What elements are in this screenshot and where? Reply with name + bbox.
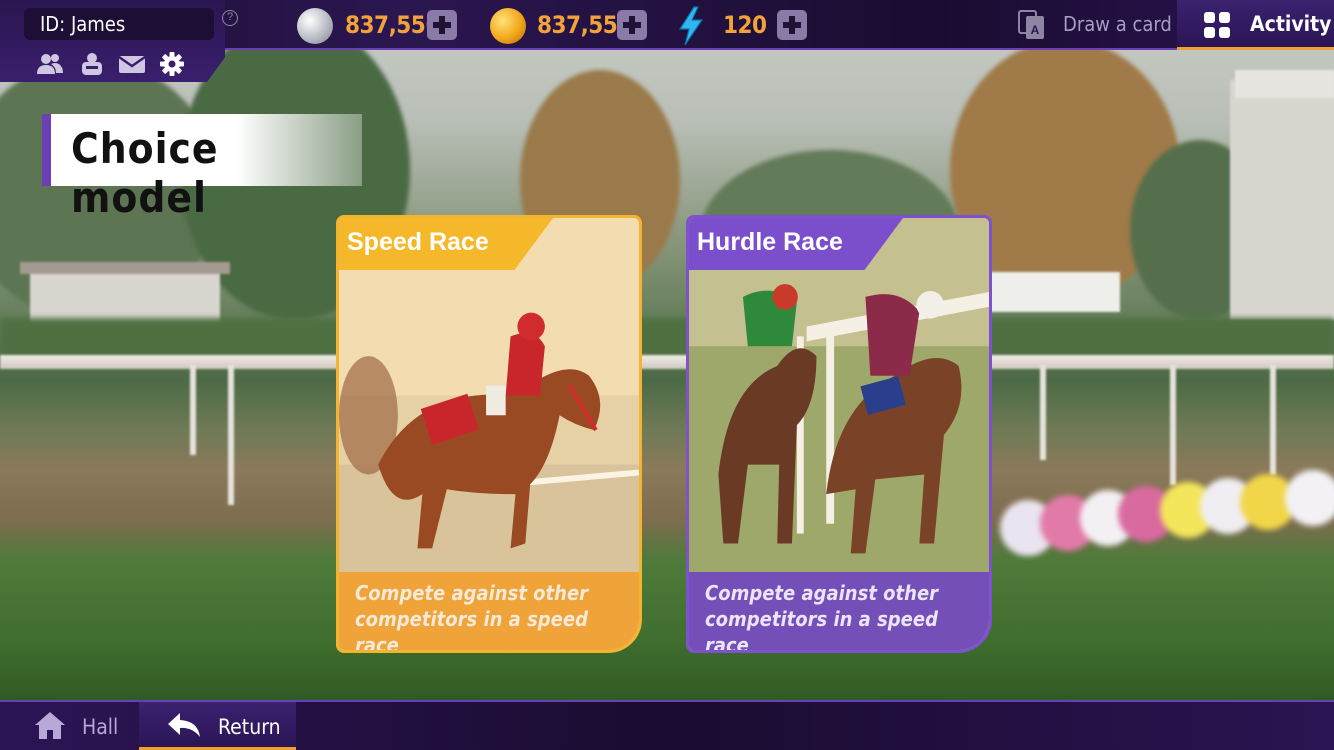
back-arrow-icon bbox=[166, 711, 202, 746]
player-id[interactable]: ID: James bbox=[24, 8, 214, 40]
question-circle-icon[interactable]: ? bbox=[222, 10, 238, 26]
grid-icon bbox=[1203, 11, 1231, 44]
page-title-banner: Choice model bbox=[42, 114, 362, 222]
speed-race-title: Speed Race bbox=[347, 228, 489, 256]
gear-icon[interactable] bbox=[158, 52, 186, 76]
silver-amount: 837,556 bbox=[345, 11, 440, 39]
gold-coin-icon bbox=[490, 8, 526, 44]
draw-card-label: Draw a card bbox=[1063, 12, 1172, 36]
draw-card-button[interactable]: A Draw a card bbox=[1010, 0, 1176, 50]
return-button[interactable]: Return bbox=[139, 702, 296, 750]
add-gold-button[interactable] bbox=[617, 10, 647, 40]
friends-icon[interactable] bbox=[36, 52, 64, 76]
home-icon bbox=[33, 710, 67, 745]
bottom-bar: Hall Return bbox=[0, 700, 1334, 750]
hall-button[interactable]: Hall bbox=[0, 702, 138, 750]
silver-currency: 837,556 bbox=[297, 6, 467, 44]
hall-label: Hall bbox=[82, 715, 119, 739]
energy-currency: 120 bbox=[676, 6, 816, 46]
mail-icon[interactable] bbox=[118, 52, 146, 76]
energy-amount: 120 bbox=[723, 11, 767, 39]
hurdle-race-description: Compete against other competitors in a s… bbox=[689, 572, 989, 650]
lightning-icon bbox=[676, 6, 706, 51]
activity-label: Activity bbox=[1250, 12, 1332, 36]
add-silver-button[interactable] bbox=[427, 10, 457, 40]
speed-race-description: Compete against other competitors in a s… bbox=[339, 572, 639, 650]
silver-coin-icon bbox=[297, 8, 333, 44]
return-label: Return bbox=[218, 715, 281, 739]
page-title: Choice model bbox=[71, 124, 219, 222]
bag-icon[interactable] bbox=[78, 52, 106, 76]
add-energy-button[interactable] bbox=[777, 10, 807, 40]
activity-tab[interactable]: Activity bbox=[1177, 0, 1334, 50]
gold-currency: 837,556 bbox=[490, 6, 660, 44]
svg-text:A: A bbox=[1031, 23, 1040, 37]
card-icon: A bbox=[1018, 10, 1046, 45]
hurdle-race-card[interactable]: Hurdle Race Compete against other compet… bbox=[686, 215, 992, 653]
racecourse-background bbox=[0, 0, 1334, 750]
speed-race-card[interactable]: Speed Race Compete against other competi… bbox=[336, 215, 642, 653]
hurdle-race-title: Hurdle Race bbox=[697, 228, 843, 256]
